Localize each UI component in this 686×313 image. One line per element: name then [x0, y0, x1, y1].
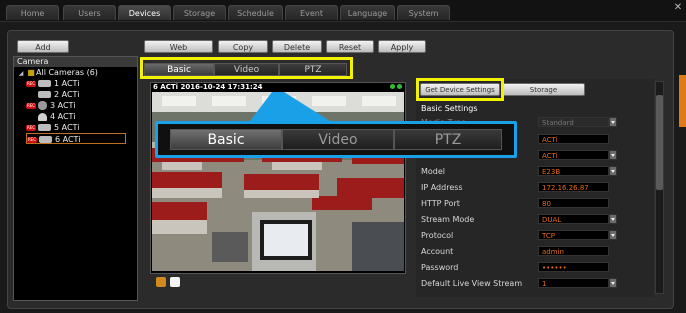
callout-tab-ptz: PTZ [394, 129, 502, 150]
camera-label: 3 ACTi [50, 101, 76, 110]
zoomed-tabs-callout: Basic Video PTZ [155, 121, 517, 158]
protocol-select[interactable]: TCP [538, 230, 609, 240]
dome-camera-icon [38, 112, 47, 121]
dome-camera-icon [38, 101, 47, 110]
camera-label: 1 ACTi [54, 79, 80, 88]
recording-icon: REC [26, 102, 36, 109]
callout-tab-video: Video [282, 129, 394, 150]
tree-root-item[interactable]: ◢ ■All Cameras (6) [16, 67, 98, 78]
top-tab-bar: Home Users Devices Storage Schedule Even… [0, 0, 686, 22]
stream-mode-select[interactable]: DUAL [538, 214, 609, 224]
tab-schedule[interactable]: Schedule [228, 5, 283, 20]
protocol-label: Protocol [421, 231, 454, 240]
chevron-down-icon[interactable] [609, 166, 617, 176]
default-live-view-stream-select[interactable]: 1 [538, 278, 609, 288]
reset-button[interactable]: Reset [326, 40, 374, 53]
chevron-down-icon[interactable] [609, 230, 617, 240]
tab-event[interactable]: Event [285, 5, 338, 20]
chevron-down-icon[interactable] [609, 278, 617, 288]
camera-item-6-selected[interactable]: REC 6 ACTi [26, 133, 126, 144]
camera-icon [38, 124, 51, 131]
tab-users[interactable]: Users [63, 5, 116, 20]
camera-item-3[interactable]: REC 3 ACTi [26, 100, 75, 111]
password-label: Password [421, 263, 459, 272]
add-button[interactable]: Add [17, 40, 69, 53]
copy-button[interactable]: Copy [218, 40, 268, 53]
camera-label: 2 ACTi [54, 90, 80, 99]
camera-item-5[interactable]: REC 5 ACTi [26, 122, 79, 133]
model-select[interactable]: E23B [538, 166, 609, 176]
tab-system[interactable]: System [397, 5, 450, 20]
camera-item-1[interactable]: REC 1 ACTi [26, 78, 79, 89]
scrollbar-thumb[interactable] [656, 95, 663, 190]
recording-icon: REC [26, 80, 36, 87]
ip-address-label: IP Address [421, 183, 463, 192]
vendor-select[interactable]: ACTi [538, 150, 609, 160]
apply-button[interactable]: Apply [378, 40, 426, 53]
ip-address-field[interactable]: 172.16.26.87 [538, 182, 609, 192]
camera-icon [38, 80, 51, 87]
chevron-down-icon[interactable] [609, 117, 617, 127]
camera-label: 4 ACTi [50, 112, 76, 121]
camera-icon [38, 91, 51, 98]
camera-item-4[interactable]: 4 ACTi [38, 111, 75, 122]
camera-icon [39, 136, 52, 143]
media-type-select[interactable]: Standard [538, 117, 609, 127]
zoom-icon[interactable] [170, 277, 180, 287]
account-label: Account [421, 247, 454, 256]
callout-tab-basic: Basic [170, 129, 282, 150]
http-port-field[interactable]: 80 [538, 198, 609, 208]
callout-pointer [250, 92, 330, 121]
tab-home[interactable]: Home [6, 5, 59, 20]
storage-button[interactable]: Storage [502, 83, 585, 96]
password-field[interactable]: •••••• [538, 262, 609, 272]
chevron-down-icon[interactable] [609, 150, 617, 160]
recording-icon: REC [26, 124, 36, 131]
side-panel-handle[interactable] [679, 75, 686, 127]
video-overlay-text: 6 ACTi 2016-10-24 17:31:24 [153, 83, 263, 91]
section-title: Basic Settings [421, 104, 478, 113]
recording-icon: REC [27, 136, 37, 143]
default-live-view-stream-label: Default Live View Stream [421, 279, 523, 288]
account-field[interactable]: admin [538, 246, 609, 256]
web-configurator-button[interactable]: Web Configurator [144, 40, 213, 65]
chevron-down-icon[interactable] [609, 214, 617, 224]
model-label: Model [421, 167, 446, 176]
status-dot-icon [390, 84, 395, 89]
tab-devices[interactable]: Devices [118, 5, 171, 20]
close-icon[interactable]: ✕ [672, 2, 684, 14]
http-port-label: HTTP Port [421, 199, 460, 208]
folder-icon: ■ [27, 68, 35, 77]
camera-label: 6 ACTi [55, 135, 81, 144]
camera-tree-header: Camera [14, 57, 137, 67]
tab-language[interactable]: Language [340, 5, 395, 20]
snapshot-icon[interactable] [156, 277, 166, 287]
status-dot-icon [397, 84, 402, 89]
camera-item-2[interactable]: 2 ACTi [38, 89, 79, 100]
delete-button[interactable]: Delete [272, 40, 322, 53]
tab-storage[interactable]: Storage [173, 5, 226, 20]
tree-root-label: All Cameras (6) [36, 68, 98, 77]
camera-tree: Camera ◢ ■All Cameras (6) REC 1 ACTi 2 ACT… [13, 56, 138, 301]
yellow-highlight-tabs [140, 57, 353, 79]
yellow-highlight-button [416, 78, 504, 101]
brand-field[interactable]: ACTi [538, 134, 609, 144]
camera-label: 5 ACTi [54, 123, 80, 132]
collapse-icon[interactable]: ◢ [16, 68, 26, 79]
stream-mode-label: Stream Mode [421, 215, 475, 224]
